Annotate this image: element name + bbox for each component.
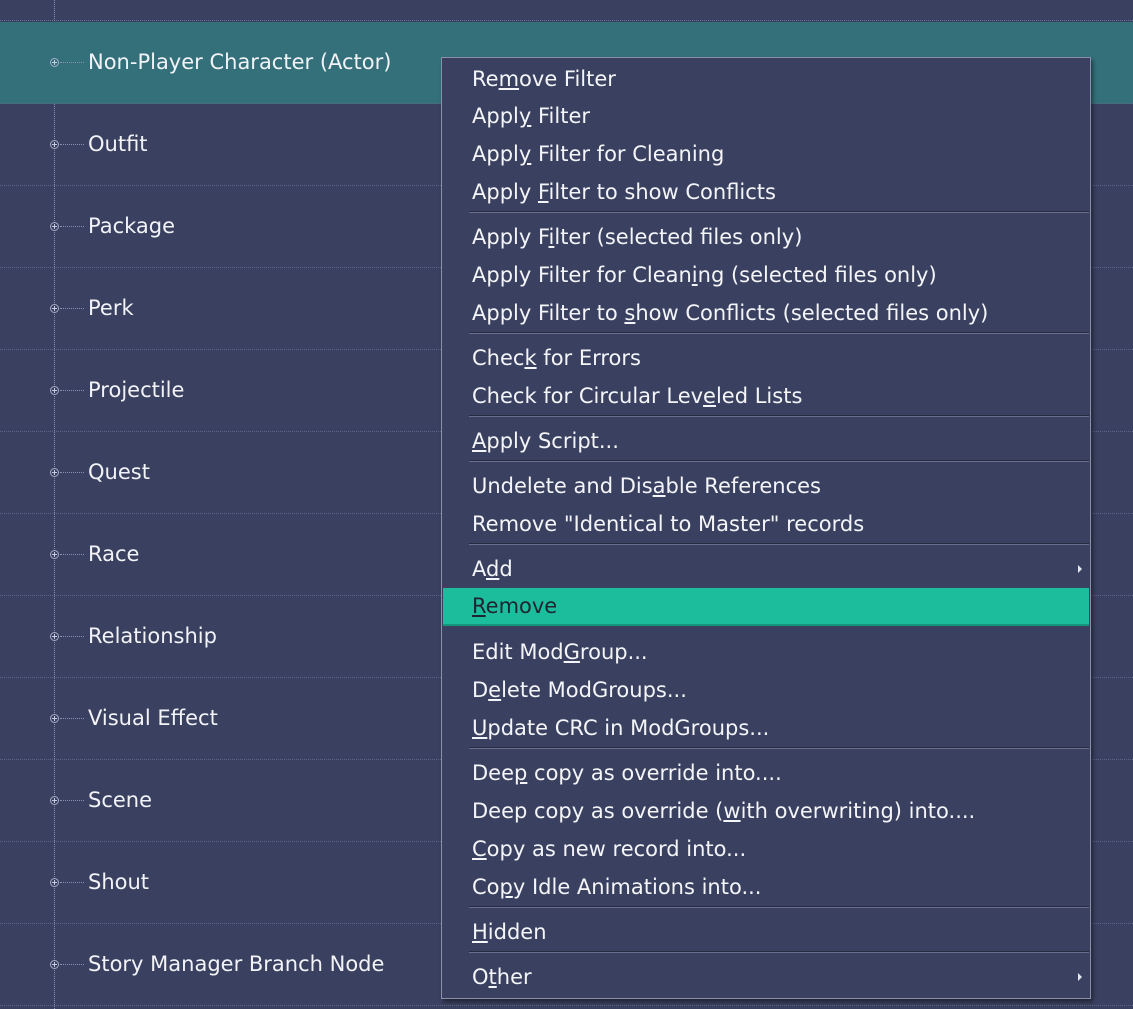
tree-connector bbox=[60, 308, 84, 309]
menu-item-label: Check for Circular Leveled Lists bbox=[472, 384, 803, 408]
expand-icon[interactable] bbox=[50, 550, 59, 559]
tree-connector bbox=[60, 554, 84, 555]
tree-row-label: Scene bbox=[88, 788, 153, 812]
menu-item-copy-as-new-record[interactable]: Copy as new record into... bbox=[443, 831, 1089, 867]
menu-item-remove-filter[interactable]: Remove Filter bbox=[443, 61, 1089, 97]
menu-item-deep-copy-override[interactable]: Deep copy as override into.... bbox=[443, 755, 1089, 791]
tree-row-label: Race bbox=[88, 542, 140, 566]
menu-item-label: Check for Errors bbox=[472, 346, 641, 370]
tree-connector bbox=[60, 226, 84, 227]
menu-separator bbox=[469, 211, 1089, 213]
menu-item-apply-filter-for-cleaning[interactable]: Apply Filter for Cleaning bbox=[443, 136, 1089, 172]
menu-item-update-crc-modgroups[interactable]: Update CRC in ModGroups... bbox=[443, 710, 1089, 746]
expand-icon[interactable] bbox=[50, 304, 59, 313]
menu-item-label: Apply Script... bbox=[472, 429, 619, 453]
menu-item-label: Apply Filter for Cleaning bbox=[472, 142, 725, 166]
menu-item-label: Hidden bbox=[472, 920, 547, 944]
tree-row-label: Relationship bbox=[88, 624, 217, 648]
expand-icon[interactable] bbox=[50, 632, 59, 641]
menu-item-check-circular-leveled-lists[interactable]: Check for Circular Leveled Lists bbox=[443, 378, 1089, 414]
menu-item-delete-modgroups[interactable]: Delete ModGroups... bbox=[443, 672, 1089, 708]
menu-item-edit-modgroup[interactable]: Edit ModGroup... bbox=[443, 634, 1089, 670]
menu-separator bbox=[469, 951, 1089, 953]
expand-icon[interactable] bbox=[50, 386, 59, 395]
menu-item-label: Remove bbox=[472, 594, 558, 618]
submenu-arrow-icon bbox=[1078, 973, 1082, 981]
expand-icon[interactable] bbox=[50, 468, 59, 477]
tree-connector bbox=[60, 800, 84, 801]
context-menu: Remove Filter Apply Filter Apply Filter … bbox=[441, 57, 1091, 999]
menu-item-label: Copy Idle Animations into... bbox=[472, 875, 762, 899]
tree-row-label: Projectile bbox=[88, 378, 185, 402]
tree-connector bbox=[60, 636, 84, 637]
tree-connector bbox=[60, 718, 84, 719]
menu-item-other[interactable]: Other bbox=[443, 959, 1089, 995]
tree-row-label: Story Manager Branch Node bbox=[88, 952, 385, 976]
expand-icon[interactable] bbox=[50, 796, 59, 805]
menu-separator bbox=[469, 460, 1089, 462]
menu-item-hidden[interactable]: Hidden bbox=[443, 914, 1089, 950]
menu-item-label: Update CRC in ModGroups... bbox=[472, 716, 770, 740]
menu-separator bbox=[469, 747, 1089, 749]
menu-item-deep-copy-override-overwriting[interactable]: Deep copy as override (with overwriting)… bbox=[443, 793, 1089, 829]
menu-item-label: Deep copy as override into.... bbox=[472, 761, 782, 785]
menu-item-check-for-errors[interactable]: Check for Errors bbox=[443, 340, 1089, 376]
menu-item-apply-filter-cleaning-selected[interactable]: Apply Filter for Cleaning (selected file… bbox=[443, 257, 1089, 293]
tree-row-label: Perk bbox=[88, 296, 134, 320]
menu-item-apply-filter-selected[interactable]: Apply Filter (selected files only) bbox=[443, 219, 1089, 255]
menu-item-label: Deep copy as override (with overwriting)… bbox=[472, 799, 976, 823]
menu-item-label: Other bbox=[472, 965, 532, 989]
menu-item-label: Apply Filter bbox=[472, 104, 590, 128]
tree-row-label: Shout bbox=[88, 870, 150, 894]
menu-item-label: Add bbox=[472, 557, 513, 581]
menu-item-label: Apply Filter (selected files only) bbox=[472, 225, 803, 249]
tree-row-label: Non-Player Character (Actor) bbox=[88, 50, 392, 74]
menu-item-label: Copy as new record into... bbox=[472, 837, 747, 861]
tree-row-label: Visual Effect bbox=[88, 706, 218, 730]
submenu-arrow-icon bbox=[1078, 565, 1082, 573]
tree-row-label: Outfit bbox=[88, 132, 148, 156]
menu-item-remove[interactable]: Remove bbox=[443, 588, 1089, 626]
menu-separator bbox=[469, 906, 1089, 908]
tree-connector bbox=[60, 144, 84, 145]
tree-connector bbox=[60, 472, 84, 473]
menu-item-copy-idle-animations[interactable]: Copy Idle Animations into... bbox=[443, 869, 1089, 905]
tree-connector bbox=[60, 882, 84, 883]
menu-item-label: Edit ModGroup... bbox=[472, 640, 648, 664]
menu-item-label: Apply Filter to show Conflicts bbox=[472, 180, 776, 204]
expand-icon[interactable] bbox=[50, 878, 59, 887]
tree-row-label: Quest bbox=[88, 460, 150, 484]
tree-top-separator bbox=[0, 20, 1133, 21]
tree-connector bbox=[60, 964, 84, 965]
expand-icon[interactable] bbox=[50, 714, 59, 723]
menu-separator bbox=[469, 332, 1089, 334]
tree-connector bbox=[60, 62, 84, 63]
tree-row-label: Package bbox=[88, 214, 176, 238]
menu-item-remove-itm-records[interactable]: Remove "Identical to Master" records bbox=[443, 506, 1089, 542]
expand-icon[interactable] bbox=[50, 140, 59, 149]
menu-item-label: Delete ModGroups... bbox=[472, 678, 687, 702]
tree-connector bbox=[60, 390, 84, 391]
menu-item-apply-filter[interactable]: Apply Filter bbox=[443, 98, 1089, 134]
menu-item-label: Remove Filter bbox=[472, 67, 616, 91]
menu-separator bbox=[469, 543, 1089, 545]
menu-item-apply-filter-show-conflicts[interactable]: Apply Filter to show Conflicts bbox=[443, 174, 1089, 210]
menu-item-label: Apply Filter to show Conflicts (selected… bbox=[472, 301, 989, 325]
menu-item-undelete-disable-references[interactable]: Undelete and Disable References bbox=[443, 468, 1089, 504]
menu-item-apply-filter-conflicts-selected[interactable]: Apply Filter to show Conflicts (selected… bbox=[443, 295, 1089, 331]
menu-separator bbox=[469, 415, 1089, 417]
menu-item-add[interactable]: Add bbox=[443, 551, 1089, 587]
menu-item-label: Undelete and Disable References bbox=[472, 474, 821, 498]
expand-icon[interactable] bbox=[50, 222, 59, 231]
expand-icon[interactable] bbox=[50, 58, 59, 67]
menu-item-label: Apply Filter for Cleaning (selected file… bbox=[472, 263, 937, 287]
menu-item-apply-script[interactable]: Apply Script... bbox=[443, 423, 1089, 459]
expand-icon[interactable] bbox=[50, 960, 59, 969]
menu-item-label: Remove "Identical to Master" records bbox=[472, 512, 865, 536]
